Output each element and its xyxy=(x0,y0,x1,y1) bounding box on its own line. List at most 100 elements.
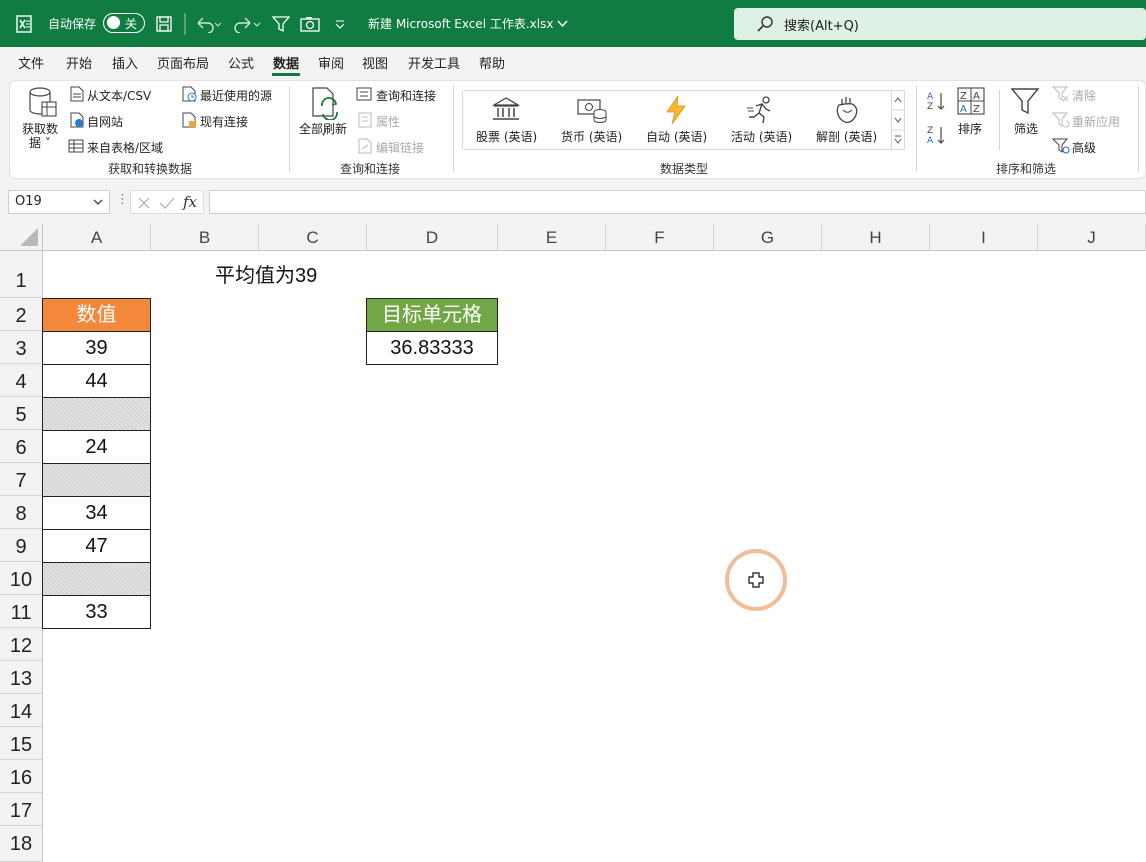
column-header-i[interactable]: I xyxy=(930,224,1038,251)
recent-sources-button[interactable]: 最近使用的源 xyxy=(200,87,272,104)
from-text-csv-button[interactable]: 从文本/CSV xyxy=(87,87,151,104)
row-header-12[interactable]: 12 xyxy=(0,628,43,661)
row-header-9[interactable]: 9 xyxy=(0,529,43,562)
tab-formulas[interactable]: 公式 xyxy=(228,53,254,72)
select-all-corner[interactable] xyxy=(0,224,43,251)
row-header-5[interactable]: 5 xyxy=(0,397,43,430)
sort-descending-icon[interactable]: ZA xyxy=(926,124,948,150)
data-type-currency[interactable]: 货币 (英语) xyxy=(561,128,622,145)
filter-icon[interactable] xyxy=(272,0,290,47)
row-header-14[interactable]: 14 xyxy=(0,694,43,727)
clear-button[interactable]: 清除 xyxy=(1072,87,1096,104)
advanced-button[interactable]: 高级 xyxy=(1072,139,1096,156)
average-note[interactable]: 平均值为39 xyxy=(215,259,317,288)
tab-help[interactable]: 帮助 xyxy=(479,53,505,72)
column-header-a[interactable]: A xyxy=(43,224,151,251)
search-box[interactable]: 搜索(Alt+Q) xyxy=(734,8,1146,40)
queries-connections-button[interactable]: 查询和连接 xyxy=(376,87,436,104)
sort-button[interactable]: 排序 xyxy=(958,120,982,137)
insert-function-icon[interactable]: fx xyxy=(183,193,197,211)
tab-developer[interactable]: 开发工具 xyxy=(408,53,460,72)
row-header-11[interactable]: 11 xyxy=(0,595,43,628)
row-header-18[interactable]: 18 xyxy=(0,826,43,862)
gallery-scroll[interactable] xyxy=(891,90,905,150)
tab-review[interactable]: 审阅 xyxy=(318,53,344,72)
formula-bar-grip-icon[interactable]: ⋮ xyxy=(116,192,129,207)
table-row[interactable]: 44 xyxy=(42,364,151,398)
formula-input[interactable] xyxy=(209,190,1146,214)
camera-icon[interactable] xyxy=(300,0,320,47)
sort-dialog-icon[interactable]: ZAAZ xyxy=(957,87,985,119)
column-header-b[interactable]: B xyxy=(151,224,259,251)
excel-logo-icon[interactable] xyxy=(14,0,34,47)
from-table-button[interactable]: 来自表格/区域 xyxy=(87,139,163,156)
row-header-3[interactable]: 3 xyxy=(0,331,43,364)
column-header-h[interactable]: H xyxy=(822,224,930,251)
row-header-16[interactable]: 16 xyxy=(0,760,43,793)
reapply-button[interactable]: 重新应用 xyxy=(1072,113,1120,130)
table-row[interactable]: 34 xyxy=(42,496,151,530)
tab-data[interactable]: 数据 xyxy=(273,53,299,72)
heart-anatomy-icon[interactable] xyxy=(834,95,860,129)
edit-links-button[interactable]: 编辑链接 xyxy=(376,139,424,156)
row-header-8[interactable]: 8 xyxy=(0,496,43,529)
data-type-auto[interactable]: 自动 (英语) xyxy=(646,128,707,145)
tab-file[interactable]: 文件 xyxy=(18,53,44,72)
table-row[interactable]: 33 xyxy=(42,595,151,629)
column-header-g[interactable]: G xyxy=(714,224,822,251)
filter-button[interactable]: 筛选 xyxy=(1014,120,1038,137)
tab-page-layout[interactable]: 页面布局 xyxy=(157,53,209,72)
currency-icon[interactable] xyxy=(576,96,608,128)
row-header-15[interactable]: 15 xyxy=(0,727,43,760)
row-header-6[interactable]: 6 xyxy=(0,430,43,463)
table-row-blank[interactable] xyxy=(42,463,151,497)
from-web-button[interactable]: 自网站 xyxy=(87,113,123,130)
data-type-stocks[interactable]: 股票 (英语) xyxy=(476,128,537,145)
properties-button[interactable]: 属性 xyxy=(376,113,400,130)
table-row-blank[interactable] xyxy=(42,562,151,596)
row-header-1[interactable]: 1 xyxy=(0,251,43,298)
lightning-icon[interactable] xyxy=(664,95,688,129)
redo-icon[interactable] xyxy=(232,0,262,47)
data-type-activity[interactable]: 活动 (英语) xyxy=(731,128,792,145)
tab-home[interactable]: 开始 xyxy=(66,53,92,72)
row-header-13[interactable]: 13 xyxy=(0,661,43,694)
column-header-j[interactable]: J xyxy=(1038,224,1146,251)
customize-toolbar-icon[interactable] xyxy=(334,0,346,47)
filter-funnel-icon[interactable] xyxy=(1010,86,1040,120)
stocks-icon[interactable] xyxy=(491,96,521,126)
table-row[interactable]: 39 xyxy=(42,331,151,365)
row-header-10[interactable]: 10 xyxy=(0,562,43,595)
target-cell-header[interactable]: 目标单元格 xyxy=(366,298,498,332)
undo-icon[interactable] xyxy=(194,0,222,47)
table-row-blank[interactable] xyxy=(42,397,151,431)
autosave-toggle[interactable]: 关 xyxy=(103,13,145,33)
column-header-d[interactable]: D xyxy=(367,224,498,251)
row-header-17[interactable]: 17 xyxy=(0,793,43,826)
data-type-anatomy[interactable]: 解剖 (英语) xyxy=(816,128,877,145)
refresh-all-icon[interactable] xyxy=(310,86,342,124)
sort-ascending-icon[interactable]: AZ xyxy=(926,90,948,116)
worksheet-grid[interactable] xyxy=(0,224,1146,862)
row-header-2[interactable]: 2 xyxy=(0,298,43,331)
cancel-icon[interactable] xyxy=(137,195,151,214)
refresh-dropdown-icon[interactable]: ˅ xyxy=(321,133,326,144)
existing-connections-button[interactable]: 现有连接 xyxy=(200,113,248,130)
file-title[interactable]: 新建 Microsoft Excel 工作表.xlsx xyxy=(368,0,568,47)
table-row[interactable]: 24 xyxy=(42,430,151,464)
column-header-f[interactable]: F xyxy=(606,224,714,251)
get-data-label-2[interactable]: 据 ˅ xyxy=(29,134,51,151)
table-row[interactable]: 47 xyxy=(42,529,151,563)
target-cell-value[interactable]: 36.83333 xyxy=(366,331,498,365)
row-header-7[interactable]: 7 xyxy=(0,463,43,496)
table-header-values[interactable]: 数值 xyxy=(42,298,151,332)
save-icon[interactable] xyxy=(155,0,173,47)
tab-insert[interactable]: 插入 xyxy=(112,53,138,72)
column-header-c[interactable]: C xyxy=(259,224,367,251)
tab-view[interactable]: 视图 xyxy=(362,53,388,72)
column-header-e[interactable]: E xyxy=(498,224,606,251)
row-header-4[interactable]: 4 xyxy=(0,364,43,397)
get-data-icon[interactable] xyxy=(26,86,58,122)
name-box[interactable]: O19 xyxy=(8,190,110,214)
enter-check-icon[interactable] xyxy=(159,195,175,214)
